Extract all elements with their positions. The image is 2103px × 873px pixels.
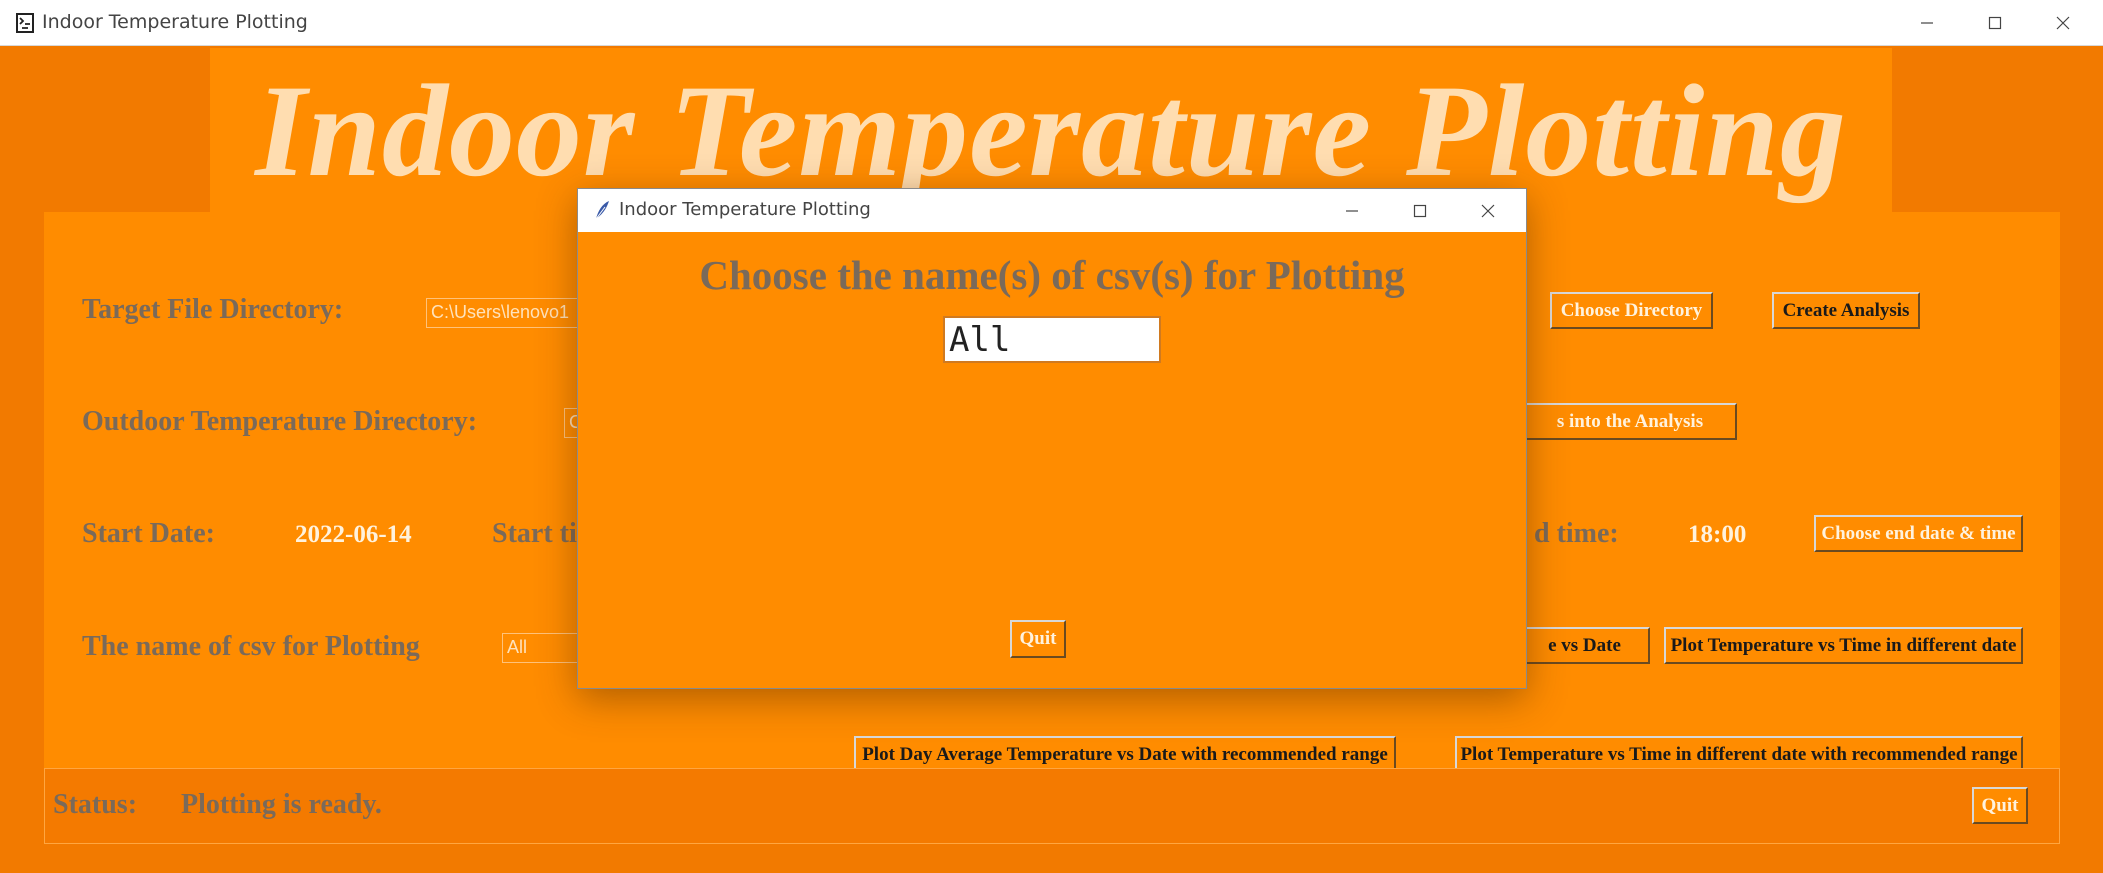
main-titlebar: Indoor Temperature Plotting (0, 0, 2103, 46)
maximize-icon (1413, 204, 1427, 217)
main-quit-button[interactable]: Quit (1972, 787, 2028, 824)
choose-directory-button[interactable]: Choose Directory (1550, 292, 1713, 329)
banner-title: Indoor Temperature Plotting (255, 57, 1847, 204)
status-message: Plotting is ready. (181, 789, 382, 820)
outdoor-dir-label: Outdoor Temperature Directory: (82, 406, 478, 437)
minimize-icon (1346, 209, 1358, 212)
end-time-value: 18:00 (1688, 521, 1747, 548)
dialog-maximize-button[interactable] (1386, 189, 1454, 232)
main-window-title: Indoor Temperature Plotting (42, 11, 308, 33)
close-icon (1481, 204, 1495, 217)
close-icon (2056, 16, 2070, 30)
plot-vs-date-button[interactable]: e vs Date (1519, 627, 1650, 664)
csv-selection-dialog: Indoor Temperature Plotting Choose the n… (577, 188, 1527, 689)
minimize-button[interactable] (1893, 0, 1961, 46)
status-bar: Status: Plotting is ready. Quit (44, 768, 2060, 844)
maximize-button[interactable] (1961, 0, 2029, 46)
create-analysis-button[interactable]: Create Analysis (1772, 292, 1920, 329)
status-label: Status: (53, 789, 138, 820)
target-dir-input[interactable]: C:\Users\lenovo1 (426, 298, 586, 328)
dialog-prompt: Choose the name(s) of csv(s) for Plottin… (699, 252, 1405, 298)
start-time-label: Start ti (492, 518, 577, 549)
end-time-label: d time: (1534, 518, 1619, 549)
plot-temp-time-button[interactable]: Plot Temperature vs Time in different da… (1664, 627, 2023, 664)
dialog-title: Indoor Temperature Plotting (619, 199, 871, 220)
choose-end-datetime-button[interactable]: Choose end date & time (1814, 515, 2023, 552)
minimize-icon (1921, 22, 1933, 24)
start-date-label: Start Date: (82, 518, 215, 549)
csv-names-input[interactable]: All (943, 316, 1161, 363)
include-outdoor-button[interactable]: s into the Analysis (1523, 403, 1737, 440)
dialog-titlebar: Indoor Temperature Plotting (578, 189, 1526, 232)
dialog-minimize-button[interactable] (1318, 189, 1386, 232)
start-date-value: 2022-06-14 (295, 521, 412, 548)
app-icon (16, 13, 34, 33)
target-dir-label: Target File Directory: (82, 294, 344, 325)
close-button[interactable] (2029, 0, 2097, 46)
dialog-close-button[interactable] (1454, 189, 1522, 232)
feather-icon (595, 201, 609, 220)
maximize-icon (1988, 16, 2002, 30)
dialog-quit-button[interactable]: Quit (1010, 620, 1066, 658)
csv-name-label: The name of csv for Plotting (82, 631, 420, 662)
